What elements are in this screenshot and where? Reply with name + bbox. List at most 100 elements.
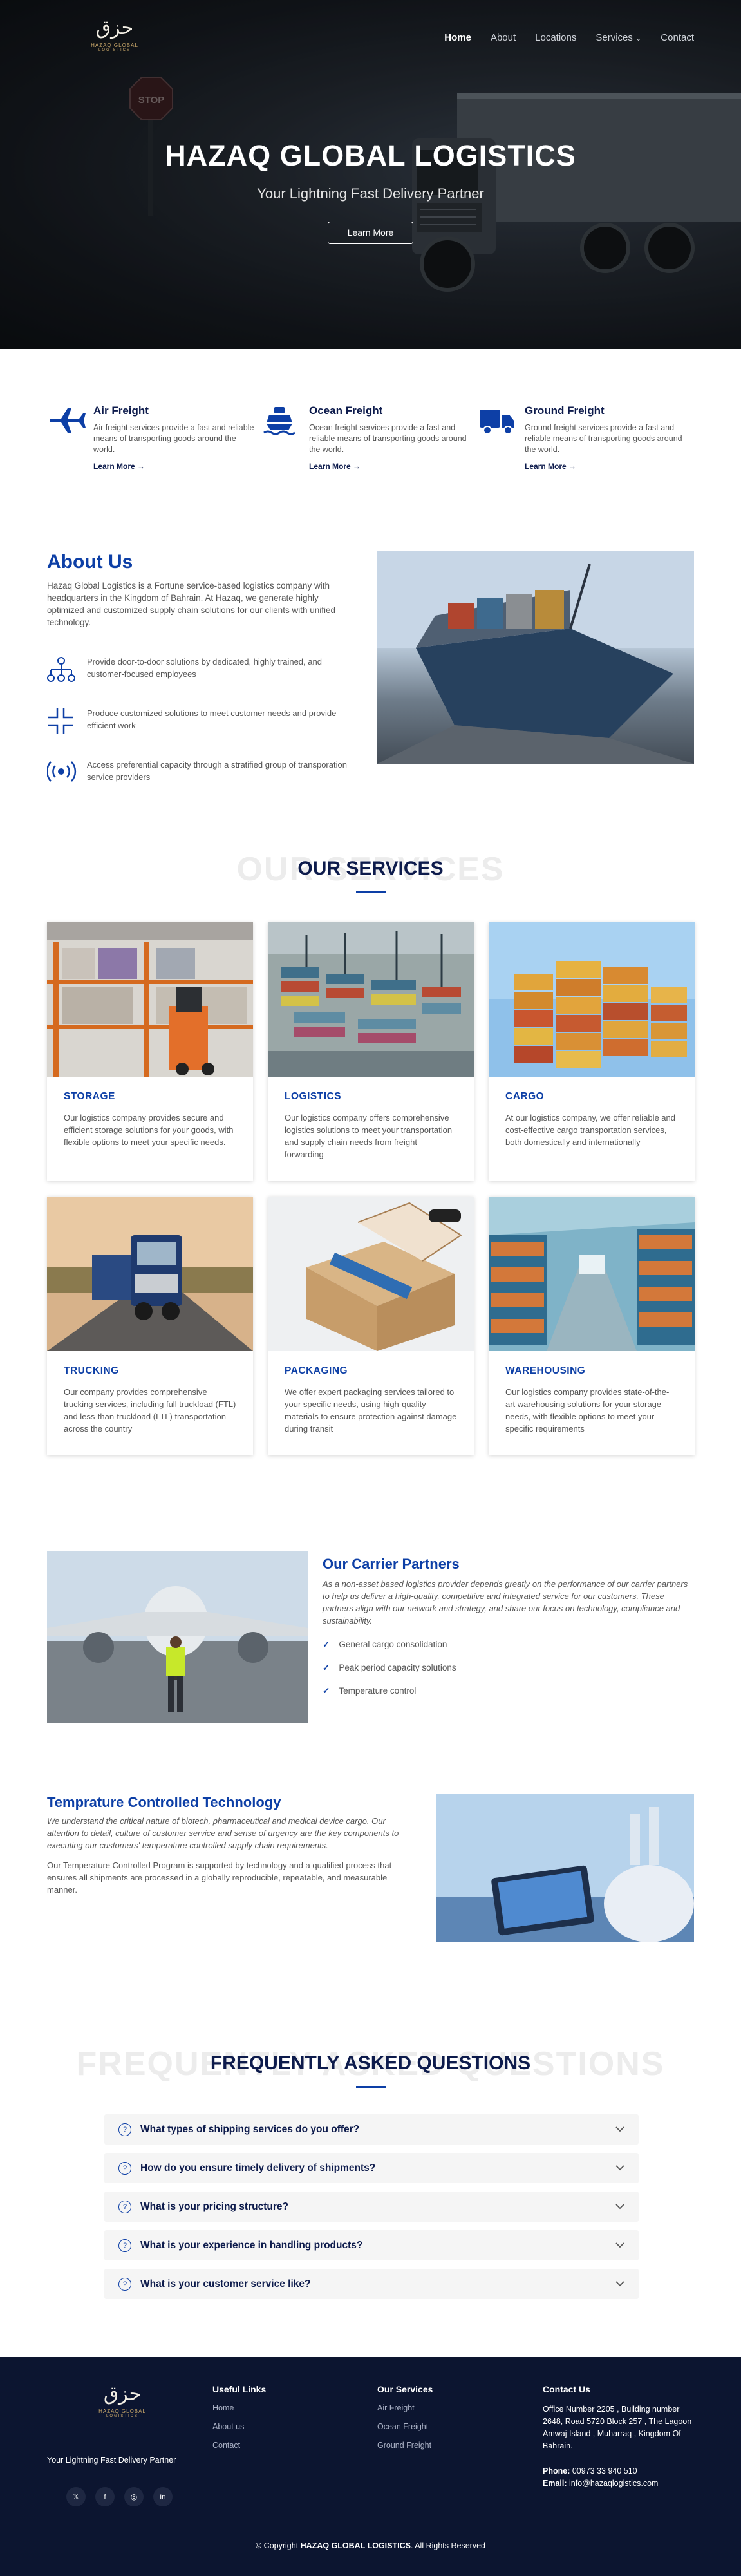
about-section: About Us Hazaq Global Logistics is a For… — [47, 551, 694, 782]
nav-services[interactable]: Services ⌄ — [596, 32, 641, 43]
faq-question: What is your experience in handling prod… — [140, 2239, 363, 2251]
about-item-text: Produce customized solutions to meet cus… — [87, 708, 337, 730]
feature-learn-more-link[interactable]: Learn More → — [93, 462, 254, 471]
footer-col-title: Contact Us — [543, 2384, 590, 2394]
airplane-marshal-image — [47, 1551, 308, 1723]
linkedin-icon[interactable]: in — [153, 2487, 173, 2506]
site-logo[interactable]: حزق HAZAQ GLOBAL LOGISTICS — [82, 15, 147, 66]
logo-name: HAZAQ GLOBAL — [91, 43, 138, 48]
logo-mark: حزق — [95, 17, 134, 39]
temp-body: Our Temperature Controlled Program is su… — [47, 1861, 392, 1895]
footer-useful-links: Useful Links Home About us Contact — [212, 2384, 266, 2459]
about-item: Produce customized solutions to meet cus… — [47, 707, 369, 735]
service-card-storage[interactable]: STORAGE Our logistics company provides s… — [47, 922, 253, 1181]
faq-list: ? What types of shipping services do you… — [104, 2114, 639, 2307]
expand-icon — [48, 708, 73, 734]
logo-sub: LOGISTICS — [98, 48, 131, 52]
check-label: Peak period capacity solutions — [339, 1663, 456, 1672]
footer-link-home[interactable]: Home — [212, 2403, 266, 2412]
chevron-down-icon — [615, 2242, 624, 2248]
service-card-text: We offer expert packaging services tailo… — [285, 1387, 457, 1434]
twitter-icon[interactable]: 𝕏 — [66, 2487, 86, 2506]
feature-text: Air freight services provide a fast and … — [93, 423, 254, 454]
service-card-title: TRUCKING — [64, 1365, 119, 1376]
copyright-suffix: . All Rights Reserved — [410, 2541, 485, 2550]
faq-item[interactable]: ? What is your experience in handling pr… — [104, 2230, 639, 2260]
question-icon: ? — [118, 2123, 131, 2136]
chevron-down-icon: ⌄ — [635, 35, 642, 43]
footer-link-air-freight[interactable]: Air Freight — [377, 2403, 433, 2412]
feature-title: Air Freight — [93, 404, 149, 417]
faq-question: How do you ensure timely delivery of shi… — [140, 2162, 376, 2174]
copyright-prefix: © Copyright — [256, 2541, 301, 2550]
hero-subtitle: Your Lightning Fast Delivery Partner — [257, 185, 484, 202]
storage-image — [47, 922, 253, 1077]
faq-question: What is your customer service like? — [140, 2278, 311, 2289]
social-links: 𝕏 f ◎ in — [66, 2487, 182, 2506]
faq-question: What is your pricing structure? — [140, 2201, 288, 2212]
feature-text: Ground freight services provide a fast a… — [525, 423, 682, 454]
port-image — [268, 922, 474, 1077]
phone-label: Phone: — [543, 2467, 570, 2476]
service-card-logistics[interactable]: LOGISTICS Our logistics company offers c… — [268, 922, 474, 1181]
feature-air-freight: Air Freight Air freight services provide… — [47, 404, 263, 471]
footer-link-ground-freight[interactable]: Ground Freight — [377, 2441, 433, 2450]
check-icon: ✓ — [323, 1686, 330, 1696]
faq-item[interactable]: ? What is your pricing structure? — [104, 2192, 639, 2222]
feature-title: Ocean Freight — [309, 404, 383, 417]
service-card-title: PACKAGING — [285, 1365, 348, 1376]
lab-tablet-image — [436, 1794, 694, 1942]
phone-value[interactable]: 00973 33 940 510 — [572, 2467, 637, 2476]
footer-link-about[interactable]: About us — [212, 2422, 266, 2431]
carrier-check-item: ✓ Temperature control — [323, 1686, 694, 1696]
carrier-title: Our Carrier Partners — [323, 1556, 460, 1572]
ship-icon — [263, 407, 295, 435]
packaging-image — [268, 1197, 474, 1351]
instagram-icon[interactable]: ◎ — [124, 2487, 144, 2506]
feature-learn-more-link[interactable]: Learn More → — [525, 462, 686, 471]
footer-link-contact[interactable]: Contact — [212, 2441, 266, 2450]
feature-learn-more-link[interactable]: Learn More → — [309, 462, 470, 471]
temp-lead: We understand the critical nature of bio… — [47, 1816, 399, 1850]
question-icon: ? — [118, 2239, 131, 2252]
copyright-brand: HAZAQ GLOBAL LOGISTICS — [300, 2541, 411, 2550]
footer-logo[interactable]: حزق HAZAQ GLOBAL LOGISTICS — [93, 2382, 151, 2418]
footer-col-title: Useful Links — [212, 2384, 267, 2394]
footer-address: Office Number 2205 , Building number 264… — [543, 2405, 692, 2450]
question-icon: ? — [118, 2200, 131, 2213]
faq-item[interactable]: ? What is your customer service like? — [104, 2269, 639, 2299]
faq-underline — [356, 2086, 386, 2088]
service-card-packaging[interactable]: PACKAGING We offer expert packaging serv… — [268, 1197, 474, 1455]
footer-email: Email: info@hazaqlogistics.com — [543, 2477, 697, 2490]
question-icon: ? — [118, 2161, 131, 2175]
nav-services-label: Services — [596, 32, 633, 43]
logo-name: HAZAQ GLOBAL — [98, 2409, 146, 2414]
learn-more-button[interactable]: Learn More — [328, 222, 413, 244]
footer-col-title: Our Services — [377, 2384, 433, 2394]
faq-header: FREQUENTLY ASKED QUESTIONS FREQUENTLY AS… — [0, 2045, 741, 2096]
nav-about[interactable]: About — [491, 32, 516, 43]
faq-question: What types of shipping services do you o… — [140, 2123, 360, 2135]
footer-link-ocean-freight[interactable]: Ocean Freight — [377, 2422, 433, 2431]
carrier-lead: As a non-asset based logistics provider … — [323, 1579, 688, 1625]
service-card-text: Our company provides comprehensive truck… — [64, 1387, 236, 1434]
about-item: Provide door-to-door solutions by dedica… — [47, 656, 369, 684]
nav-contact[interactable]: Contact — [661, 32, 694, 43]
hero-section: STOP حزق HAZAQ GLOBAL LOGISTICS Home Abo… — [0, 0, 741, 349]
footer-tagline: Your Lightning Fast Delivery Partner — [47, 2456, 176, 2465]
service-card-trucking[interactable]: TRUCKING Our company provides comprehens… — [47, 1197, 253, 1455]
truck-icon — [480, 410, 514, 435]
service-card-text: Our logistics company offers comprehensi… — [285, 1113, 453, 1159]
service-card-cargo[interactable]: CARGO At our logistics company, we offer… — [489, 922, 695, 1181]
facebook-icon[interactable]: f — [95, 2487, 115, 2506]
hero-title: HAZAQ GLOBAL LOGISTICS — [165, 139, 576, 172]
faq-item[interactable]: ? What types of shipping services do you… — [104, 2114, 639, 2145]
feature-ground-freight: Ground Freight Ground freight services p… — [478, 404, 694, 471]
service-card-warehousing[interactable]: WAREHOUSING Our logistics company provid… — [489, 1197, 695, 1455]
services-header: OUR SERVICES OUR SERVICES — [0, 850, 741, 902]
nav-locations[interactable]: Locations — [535, 32, 576, 43]
about-item: Access preferential capacity through a s… — [47, 759, 369, 787]
faq-item[interactable]: ? How do you ensure timely delivery of s… — [104, 2153, 639, 2183]
nav-home[interactable]: Home — [444, 32, 471, 43]
email-value[interactable]: info@hazaqlogistics.com — [569, 2479, 658, 2488]
